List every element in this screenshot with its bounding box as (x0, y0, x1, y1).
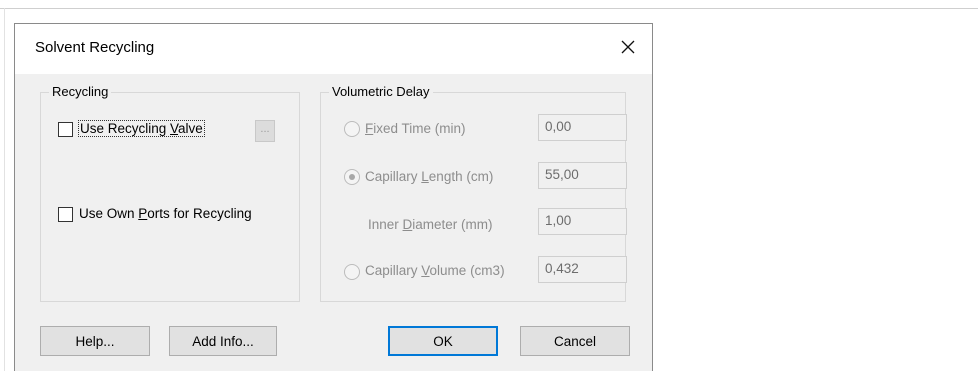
title-bar: Solvent Recycling (15, 24, 652, 74)
capillary-volume-radio[interactable] (344, 264, 360, 280)
fixed-time-label: Fixed Time (min) (365, 121, 466, 136)
fixed-time-input[interactable]: 0,00 (538, 114, 627, 141)
volumetric-delay-group: Volumetric Delay Fixed Time (min) 0,00 C… (320, 84, 627, 302)
add-info-button[interactable]: Add Info... (169, 326, 277, 356)
inner-diameter-label: Inner Diameter (mm) (368, 217, 493, 232)
use-recycling-valve-checkbox[interactable] (58, 122, 73, 137)
use-own-ports-checkbox[interactable] (58, 207, 73, 222)
cancel-button[interactable]: Cancel (520, 326, 630, 356)
volumetric-delay-group-label: Volumetric Delay (329, 84, 433, 99)
capillary-length-label: Capillary Length (cm) (365, 169, 494, 184)
use-recycling-valve-label[interactable]: Use Recycling Valve (78, 120, 205, 137)
dialog-title: Solvent Recycling (35, 39, 155, 56)
recycling-group: Recycling Use Recycling Valve ... Use Ow… (40, 84, 300, 302)
capillary-length-radio[interactable] (344, 169, 360, 185)
fixed-time-radio[interactable] (344, 121, 360, 137)
use-own-ports-label[interactable]: Use Own Ports for Recycling (79, 206, 252, 221)
ok-button[interactable]: OK (388, 326, 498, 356)
radio-selected-dot (349, 174, 355, 180)
background-edge (4, 8, 5, 371)
recycling-valve-options-button[interactable]: ... (255, 120, 275, 142)
solvent-recycling-dialog: Solvent Recycling Recycling Use Recyclin… (14, 23, 653, 371)
capillary-length-input[interactable]: 55,00 (538, 162, 627, 189)
background-divider (0, 8, 978, 9)
inner-diameter-input[interactable]: 1,00 (538, 208, 627, 235)
help-button[interactable]: Help... (40, 326, 150, 356)
close-icon (621, 40, 635, 54)
recycling-group-label: Recycling (49, 84, 112, 99)
capillary-volume-input[interactable]: 0,432 (538, 256, 627, 283)
close-button[interactable] (613, 33, 643, 61)
capillary-volume-label: Capillary Volume (cm3) (365, 263, 505, 278)
